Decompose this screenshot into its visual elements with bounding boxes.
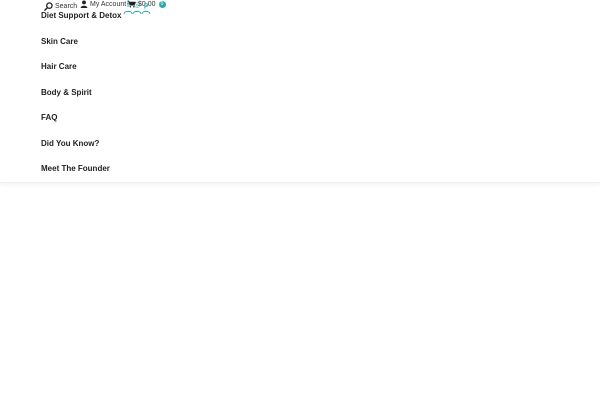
search-link[interactable]: Search bbox=[44, 2, 77, 11]
cart-count-badge: 0 bbox=[158, 0, 166, 8]
menu-item-skin-care[interactable]: Skin Care bbox=[41, 37, 78, 46]
pinterest-glyph: p bbox=[143, 2, 149, 9]
menu-item-diet-support-detox[interactable]: Diet Support & Detox bbox=[41, 11, 121, 20]
menu-item-faq[interactable]: FAQ bbox=[41, 113, 57, 122]
mobile-menu-panel: Search My Account $0.00 0 f ◎ p Diet Sup… bbox=[0, 0, 600, 183]
search-icon bbox=[44, 2, 53, 11]
menu-item-did-you-know[interactable]: Did You Know? bbox=[41, 139, 99, 148]
user-icon bbox=[80, 0, 88, 8]
social-links: f ◎ p bbox=[123, 1, 151, 15]
menu-item-hair-care[interactable]: Hair Care bbox=[41, 62, 77, 71]
menu-item-meet-the-founder[interactable]: Meet The Founder bbox=[41, 164, 110, 173]
account-label: My Account bbox=[90, 0, 127, 8]
search-label: Search bbox=[55, 3, 78, 10]
menu-item-body-spirit[interactable]: Body & Spirit bbox=[41, 88, 92, 97]
pinterest-icon[interactable]: p bbox=[141, 1, 151, 15]
page: Search My Account $0.00 0 f ◎ p Diet Sup… bbox=[0, 0, 600, 400]
my-account-link[interactable]: My Account bbox=[80, 0, 126, 8]
